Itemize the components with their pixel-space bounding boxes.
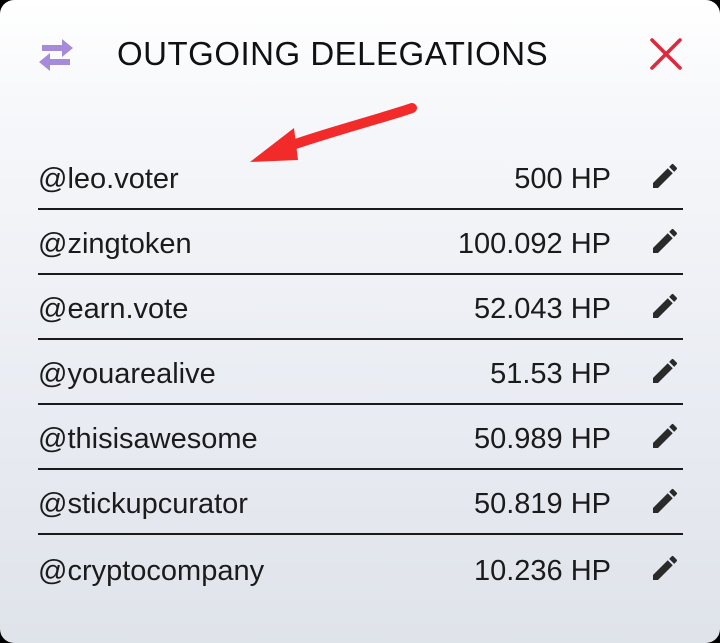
delegation-row[interactable]: @stickupcurator 50.819 HP xyxy=(38,470,683,535)
swap-arrows-icon xyxy=(39,39,73,71)
pencil-edit-icon[interactable] xyxy=(649,355,681,387)
pencil-edit-icon[interactable] xyxy=(649,552,681,584)
outgoing-delegations-dialog: OUTGOING DELEGATIONS @leo.voter 500 HP @… xyxy=(0,0,720,643)
delegatee-account: @youarealive xyxy=(38,358,216,390)
pencil-edit-icon[interactable] xyxy=(649,160,681,192)
delegation-list: @leo.voter 500 HP @zingtoken 100.092 HP … xyxy=(38,146,683,600)
delegatee-account: @stickupcurator xyxy=(38,488,248,520)
delegation-amount: 100.092 HP xyxy=(457,228,611,260)
close-icon[interactable] xyxy=(648,36,684,72)
pencil-edit-icon[interactable] xyxy=(649,225,681,257)
delegation-row[interactable]: @leo.voter 500 HP xyxy=(38,146,683,210)
delegatee-account: @cryptocompany xyxy=(38,555,265,587)
delegation-row[interactable]: @cryptocompany 10.236 HP xyxy=(38,535,683,600)
pencil-edit-icon[interactable] xyxy=(649,485,681,517)
delegation-amount: 51.53 HP xyxy=(490,358,611,390)
delegation-amount: 50.819 HP xyxy=(473,488,611,520)
pencil-edit-icon[interactable] xyxy=(649,290,681,322)
delegation-amount: 50.989 HP xyxy=(473,423,611,455)
pencil-edit-icon[interactable] xyxy=(649,420,681,452)
delegation-row[interactable]: @thisisawesome 50.989 HP xyxy=(38,405,683,470)
delegatee-account: @zingtoken xyxy=(38,228,192,260)
delegation-row[interactable]: @zingtoken 100.092 HP xyxy=(38,210,683,275)
delegation-amount: 10.236 HP xyxy=(473,555,611,587)
delegatee-account: @earn.vote xyxy=(38,293,189,325)
delegation-row[interactable]: @youarealive 51.53 HP xyxy=(38,340,683,405)
dialog-header: OUTGOING DELEGATIONS xyxy=(0,0,720,110)
delegation-row[interactable]: @earn.vote 52.043 HP xyxy=(38,275,683,340)
delegation-amount: 500 HP xyxy=(514,163,611,195)
dialog-title: OUTGOING DELEGATIONS xyxy=(117,35,549,72)
delegatee-account: @leo.voter xyxy=(38,163,179,195)
delegation-amount: 52.043 HP xyxy=(473,293,611,325)
delegatee-account: @thisisawesome xyxy=(38,423,258,455)
